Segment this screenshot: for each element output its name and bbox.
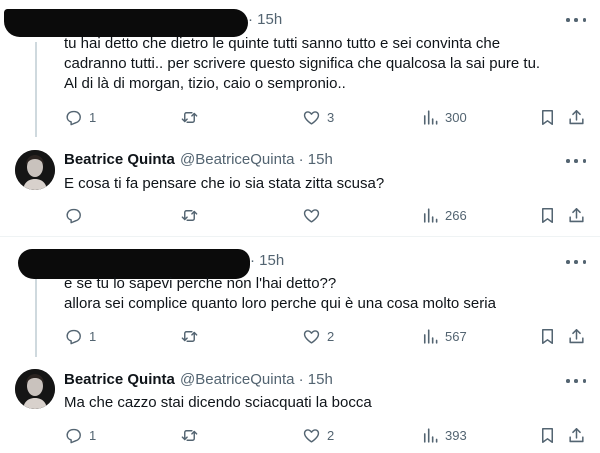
more-icon — [566, 159, 570, 163]
more-options-button[interactable] — [566, 374, 586, 388]
avatar-image — [15, 369, 55, 409]
views-icon — [423, 207, 438, 223]
tweet-1[interactable]: · 15h tu hai detto che dietro le quinte … — [0, 0, 600, 138]
tweet-actions: 266 — [64, 204, 590, 226]
retweet-icon — [181, 429, 198, 441]
like-button[interactable]: 2 — [302, 424, 334, 446]
reply-button[interactable]: 1 — [64, 424, 96, 446]
display-name[interactable]: Beatrice Quinta — [64, 151, 175, 168]
views-button[interactable]: 393 — [420, 424, 467, 446]
views-icon — [423, 427, 438, 443]
tweet-4[interactable]: Beatrice Quinta @BeatriceQuinta · 15h Ma… — [0, 357, 600, 453]
bookmark-icon — [541, 207, 554, 223]
display-name[interactable]: Beatrice Quinta — [64, 371, 175, 388]
thread-line — [35, 42, 37, 137]
tweet-text: e se tu lo sapevi perche non l'hai detto… — [64, 275, 496, 312]
retweet-button[interactable] — [180, 424, 205, 446]
user-handle[interactable]: @BeatriceQuinta · 15h — [180, 151, 333, 168]
views-count: 266 — [445, 207, 467, 223]
more-icon — [566, 260, 570, 264]
bookmark-icon — [541, 328, 554, 344]
bookmark-button[interactable] — [538, 204, 557, 226]
retweet-icon — [181, 330, 198, 342]
like-icon — [303, 208, 320, 223]
views-button[interactable]: 300 — [420, 106, 467, 128]
share-button[interactable] — [567, 325, 586, 347]
like-button[interactable] — [302, 204, 327, 226]
tweet-2[interactable]: Beatrice Quinta @BeatriceQuinta · 15h E … — [0, 138, 600, 236]
retweet-button[interactable] — [180, 325, 205, 347]
avatar[interactable] — [15, 369, 55, 409]
reply-count: 1 — [89, 328, 97, 344]
avatar[interactable] — [15, 150, 55, 190]
reply-button[interactable] — [64, 204, 89, 226]
retweet-button[interactable] — [180, 204, 205, 226]
like-button[interactable]: 3 — [302, 106, 334, 128]
views-button[interactable]: 266 — [420, 204, 467, 226]
reply-icon — [66, 329, 81, 344]
like-count: 2 — [327, 427, 335, 443]
like-count: 2 — [327, 328, 335, 344]
reply-icon — [66, 208, 81, 223]
avatar-image — [15, 150, 55, 190]
views-count: 300 — [445, 109, 467, 125]
tweet-text: Ma che cazzo stai dicendo sciacquati la … — [64, 394, 372, 411]
reply-icon — [66, 428, 81, 443]
reply-button[interactable]: 1 — [64, 106, 96, 128]
share-icon — [569, 109, 584, 124]
retweet-button[interactable] — [180, 106, 205, 128]
like-icon — [303, 110, 320, 125]
tweet-time: 15h — [307, 371, 333, 388]
retweet-icon — [181, 209, 198, 221]
views-icon — [423, 328, 438, 344]
reply-count: 1 — [89, 427, 97, 443]
tweet-text: E cosa ti fa pensare che io sia stata zi… — [64, 175, 385, 192]
views-count: 393 — [445, 427, 467, 443]
share-button[interactable] — [567, 424, 586, 446]
thread-line — [35, 279, 37, 357]
tweet-actions: 1 3 300 — [64, 106, 590, 128]
more-options-button[interactable] — [566, 255, 586, 269]
share-icon — [569, 427, 584, 442]
share-button[interactable] — [567, 204, 586, 226]
share-icon — [569, 328, 584, 343]
bookmark-button[interactable] — [538, 325, 557, 347]
like-button[interactable]: 2 — [302, 325, 334, 347]
like-count: 3 — [327, 109, 335, 125]
retweet-icon — [181, 111, 198, 123]
tweet-time[interactable]: · 15h — [248, 11, 282, 28]
like-icon — [303, 428, 320, 443]
reply-count: 1 — [89, 109, 97, 125]
more-icon — [566, 379, 570, 383]
user-handle[interactable]: @BeatriceQuinta · 15h — [180, 371, 333, 388]
tweet-time[interactable]: · 15h — [250, 252, 284, 269]
bookmark-button[interactable] — [538, 424, 557, 446]
tweet-3[interactable]: · 15h e se tu lo sapevi perche non l'hai… — [0, 237, 600, 357]
reply-icon — [66, 110, 81, 125]
tweet-time: 15h — [307, 151, 333, 168]
reply-button[interactable]: 1 — [64, 325, 96, 347]
redacted-avatar-and-name — [4, 9, 248, 37]
views-count: 567 — [445, 328, 467, 344]
views-button[interactable]: 567 — [420, 325, 467, 347]
bookmark-icon — [541, 109, 554, 125]
bookmark-button[interactable] — [538, 106, 557, 128]
like-icon — [303, 329, 320, 344]
more-icon — [566, 18, 570, 22]
more-options-button[interactable] — [566, 13, 586, 27]
bookmark-icon — [541, 427, 554, 443]
tweet-actions: 1 2 567 — [64, 325, 590, 347]
views-icon — [423, 109, 438, 125]
tweet-actions: 1 2 393 — [64, 424, 590, 446]
share-button[interactable] — [567, 106, 586, 128]
share-icon — [569, 207, 584, 222]
tweet-text: tu hai detto che dietro le quinte tutti … — [64, 35, 541, 92]
more-options-button[interactable] — [566, 154, 586, 168]
